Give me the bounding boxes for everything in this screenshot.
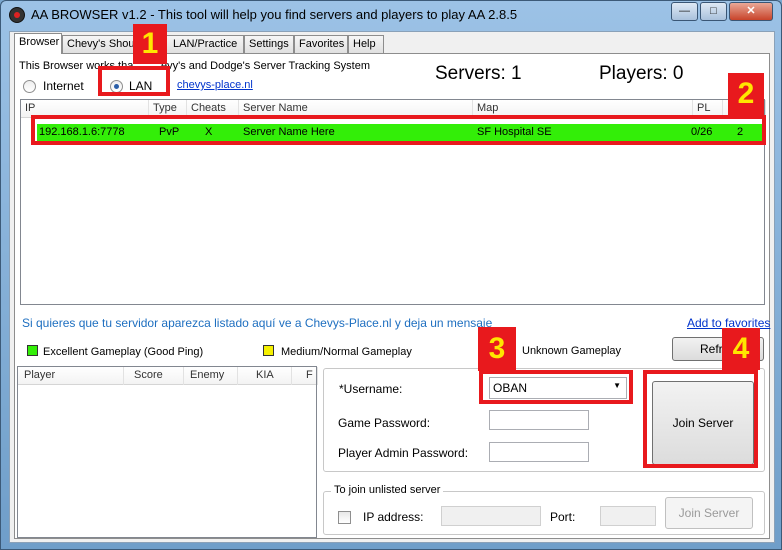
callout-badge-2: 2 (728, 73, 764, 115)
players-count: Players: 0 (599, 63, 684, 84)
tab-browser[interactable]: Browser (14, 33, 62, 54)
game-password-label: Game Password: (338, 416, 431, 430)
window-title: AA BROWSER v1.2 - This tool will help yo… (31, 7, 518, 22)
minimize-button[interactable]: — (671, 2, 698, 21)
player-list[interactable]: Player Score Enemy KIA F (17, 366, 318, 538)
column-f[interactable]: F (292, 367, 318, 385)
callout-badge-3: 3 (478, 327, 516, 371)
callout-box-4 (643, 370, 758, 468)
excellent-legend-label: Excellent Gameplay (Good Ping) (43, 346, 204, 358)
ip-address-field[interactable] (441, 506, 541, 526)
tab-chevys-shout[interactable]: Chevy's Shout (62, 35, 138, 53)
callout-badge-1: 1 (133, 24, 167, 64)
callout-box-2 (31, 115, 766, 145)
player-list-header: Player Score Enemy KIA F (18, 367, 318, 385)
port-field[interactable] (600, 506, 656, 526)
app-icon (9, 7, 25, 23)
column-enemy[interactable]: Enemy (184, 367, 238, 385)
internet-radio-label: Internet (43, 79, 84, 93)
callout-box-1 (98, 66, 170, 96)
internet-radio[interactable] (23, 80, 36, 93)
admin-password-label: Player Admin Password: (338, 446, 469, 460)
unlisted-join-server-button[interactable]: Join Server (665, 497, 753, 529)
close-button[interactable]: ✕ (729, 2, 773, 21)
excellent-color-swatch (27, 345, 38, 356)
callout-badge-4: 4 (722, 328, 760, 370)
medium-color-swatch (263, 345, 274, 356)
chevys-place-link[interactable]: chevys-place.nl (177, 79, 253, 91)
column-score[interactable]: Score (124, 367, 184, 385)
column-player[interactable]: Player (18, 367, 124, 385)
ip-address-label: IP address: (363, 510, 424, 524)
game-password-field[interactable] (489, 410, 589, 430)
callout-box-3 (479, 370, 633, 404)
unlisted-group-label: To join unlisted server (331, 484, 444, 496)
port-label: Port: (550, 510, 576, 524)
title-bar[interactable]: AA BROWSER v1.2 - This tool will help yo… (1, 1, 781, 29)
listing-notice: Si quieres que tu servidor aparezca list… (22, 316, 493, 330)
unknown-legend-label: Unknown Gameplay (522, 345, 622, 357)
tab-settings[interactable]: Settings (244, 35, 294, 53)
servers-count: Servers: 1 (435, 63, 522, 84)
column-kia[interactable]: KIA (238, 367, 292, 385)
ip-address-checkbox[interactable] (338, 511, 351, 524)
tab-favorites[interactable]: Favorites (294, 35, 348, 53)
tab-help[interactable]: Help (348, 35, 384, 53)
admin-password-field[interactable] (489, 442, 589, 462)
tracking-info-text-tail: evy's and Dodge's Server Tracking System (161, 60, 371, 72)
medium-legend-label: Medium/Normal Gameplay (281, 346, 412, 358)
maximize-button[interactable]: □ (700, 2, 727, 21)
username-label: *Username: (339, 382, 403, 396)
